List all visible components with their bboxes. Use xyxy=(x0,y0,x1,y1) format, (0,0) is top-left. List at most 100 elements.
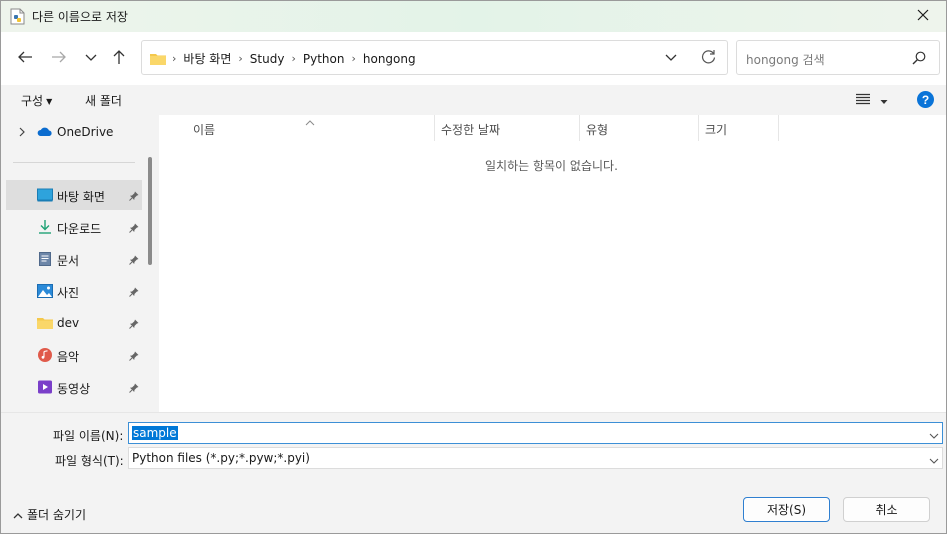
navigation-pane: OneDrive 바탕 화면 다운로드 문서 사진 dev 음악 동영상 xyxy=(1,115,159,412)
nav-divider xyxy=(13,162,135,163)
pin-icon[interactable] xyxy=(129,222,139,233)
view-options-icon[interactable] xyxy=(856,93,870,106)
column-header-size[interactable]: 크기 xyxy=(705,115,727,141)
breadcrumb-separator: › xyxy=(351,52,356,65)
column-divider[interactable] xyxy=(579,115,580,141)
file-fields: 파일 이름(N): sample 파일 형식(T): Python files … xyxy=(1,412,946,476)
hide-folders-label: 폴더 숨기기 xyxy=(27,508,87,522)
nav-label: dev xyxy=(57,316,80,330)
chevron-right-icon[interactable] xyxy=(18,126,26,137)
arrow-left-icon xyxy=(17,50,33,67)
breadcrumb-desktop[interactable]: 바탕 화면 xyxy=(183,50,231,67)
up-button[interactable] xyxy=(107,47,131,69)
pin-icon[interactable] xyxy=(129,318,139,329)
chevron-down-icon[interactable] xyxy=(929,429,939,439)
organize-label: 구성 xyxy=(21,94,44,108)
filename-label: 파일 이름(N): xyxy=(53,429,124,443)
document-icon xyxy=(37,252,53,266)
back-button[interactable] xyxy=(13,47,37,69)
nav-item-videos[interactable]: 동영상 xyxy=(6,372,142,402)
search-icon[interactable] xyxy=(912,51,926,65)
help-icon[interactable]: ? xyxy=(917,91,934,108)
arrow-up-icon xyxy=(112,49,126,68)
filetype-value: Python files (*.py;*.pyw;*.pyi) xyxy=(132,451,310,465)
filename-input[interactable]: sample xyxy=(128,422,943,444)
nav-item-onedrive[interactable]: OneDrive xyxy=(6,117,142,147)
close-icon xyxy=(917,9,929,24)
download-icon xyxy=(37,220,53,234)
caret-down-icon[interactable] xyxy=(879,95,889,104)
filetype-label: 파일 형식(T): xyxy=(55,454,124,468)
sort-up-icon xyxy=(305,115,315,126)
breadcrumb-separator: › xyxy=(238,52,243,65)
address-row: › 바탕 화면 › Study › Python › hongong hongo… xyxy=(1,32,946,85)
desktop-icon xyxy=(37,188,53,202)
forward-button[interactable] xyxy=(47,47,71,69)
python-file-icon xyxy=(10,8,25,25)
chevron-down-icon xyxy=(665,51,677,65)
column-divider[interactable] xyxy=(698,115,699,141)
nav-label: 사진 xyxy=(57,286,80,300)
nav-item-downloads[interactable]: 다운로드 xyxy=(6,212,142,242)
pin-icon[interactable] xyxy=(129,382,139,393)
svg-text:?: ? xyxy=(922,93,929,107)
nav-item-desktop[interactable]: 바탕 화면 xyxy=(6,180,142,210)
nav-item-music[interactable]: 음악 xyxy=(6,340,142,370)
filename-value: sample xyxy=(132,426,178,440)
column-header-type[interactable]: 유형 xyxy=(586,115,608,141)
save-as-dialog: 다른 이름으로 저장 › 바탕 화면 › Study › Python › ho… xyxy=(0,0,947,534)
nav-label: 다운로드 xyxy=(57,222,102,236)
file-list[interactable]: 이름 수정한 날짜 유형 크기 일치하는 항목이 없습니다. xyxy=(159,115,946,412)
column-divider[interactable] xyxy=(434,115,435,141)
column-header-modified[interactable]: 수정한 날짜 xyxy=(441,115,500,141)
nav-scrollbar-thumb[interactable] xyxy=(148,157,152,265)
filetype-select[interactable]: Python files (*.py;*.pyw;*.pyi) xyxy=(128,447,943,469)
chevron-down-icon[interactable] xyxy=(929,454,939,464)
search-input[interactable]: hongong 검색 xyxy=(736,40,940,75)
breadcrumb-python[interactable]: Python xyxy=(303,52,345,66)
empty-folder-message: 일치하는 항목이 없습니다. xyxy=(485,159,618,173)
nav-item-pictures[interactable]: 사진 xyxy=(6,276,142,306)
pictures-icon xyxy=(37,284,53,298)
column-divider[interactable] xyxy=(778,115,779,141)
nav-label: 동영상 xyxy=(57,382,91,396)
video-icon xyxy=(37,380,53,394)
nav-item-dev[interactable]: dev xyxy=(6,308,142,338)
pin-icon[interactable] xyxy=(129,350,139,361)
pin-icon[interactable] xyxy=(129,190,139,201)
music-icon xyxy=(37,348,53,362)
nav-label: 문서 xyxy=(57,254,80,268)
caret-down-icon: ▼ xyxy=(46,97,53,106)
cancel-button[interactable]: 취소 xyxy=(843,497,930,522)
close-button[interactable] xyxy=(900,1,946,32)
address-dropdown-button[interactable] xyxy=(662,50,680,66)
nav-item-documents[interactable]: 문서 xyxy=(6,244,142,274)
breadcrumb-hongong[interactable]: hongong xyxy=(363,52,416,66)
folder-icon xyxy=(150,52,166,65)
organize-menu[interactable]: 구성 ▼ xyxy=(21,92,52,109)
nav-label: 음악 xyxy=(57,350,80,364)
nav-label: OneDrive xyxy=(57,125,114,139)
pin-icon[interactable] xyxy=(129,254,139,265)
chevron-up-icon xyxy=(13,508,23,522)
chevron-down-icon xyxy=(85,51,97,65)
column-header-name[interactable]: 이름 xyxy=(193,115,215,141)
nav-label: 바탕 화면 xyxy=(57,190,105,204)
recent-locations-button[interactable] xyxy=(79,47,103,69)
folder-icon xyxy=(37,316,53,330)
breadcrumb-study[interactable]: Study xyxy=(250,52,285,66)
search-placeholder: hongong 검색 xyxy=(746,53,825,67)
window-title: 다른 이름으로 저장 xyxy=(32,10,128,24)
command-bar: 구성 ▼ 새 폴더 ? xyxy=(1,85,946,115)
address-bar[interactable]: › 바탕 화면 › Study › Python › hongong xyxy=(141,40,728,75)
new-folder-button[interactable]: 새 폴더 xyxy=(85,92,122,109)
pin-icon[interactable] xyxy=(129,286,139,297)
save-button[interactable]: 저장(S) xyxy=(743,497,830,522)
hide-folders-button[interactable]: 폴더 숨기기 xyxy=(13,506,86,523)
refresh-button[interactable] xyxy=(698,49,718,67)
title-bar: 다른 이름으로 저장 xyxy=(1,1,946,32)
breadcrumb-separator: › xyxy=(172,52,177,65)
arrow-right-icon xyxy=(51,50,67,67)
breadcrumb: › 바탕 화면 › Study › Python › hongong xyxy=(150,50,416,67)
breadcrumb-separator: › xyxy=(291,52,296,65)
